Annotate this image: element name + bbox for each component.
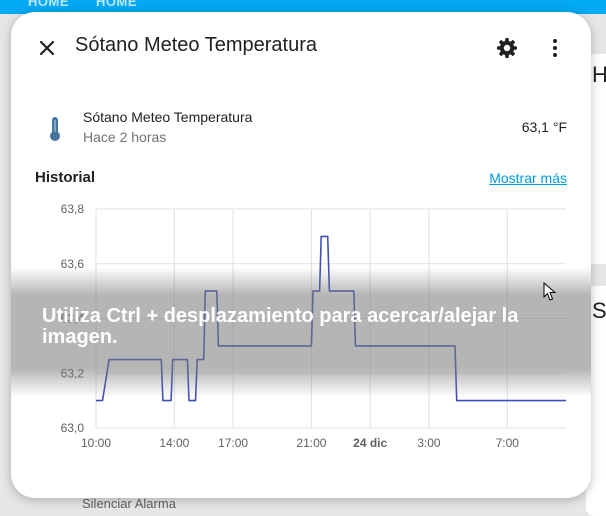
- mouse-cursor-icon: [543, 282, 557, 301]
- zoom-hint-message: Utiliza Ctrl + desplazamiento para acerc…: [42, 305, 519, 348]
- background-card-letter-2: S: [592, 298, 606, 323]
- tab-home-2[interactable]: HOME: [96, 0, 137, 9]
- x-tick-label: 10:00: [81, 436, 111, 450]
- x-tick-label: 14:00: [159, 436, 189, 450]
- tab-home-1[interactable]: HOME: [28, 0, 69, 9]
- background-card-letter: H: [592, 62, 606, 87]
- x-tick-label: 3:00: [417, 436, 441, 450]
- history-chart[interactable]: 63,063,263,463,663,810:0014:0017:0021:00…: [11, 12, 591, 498]
- background-alarm-text: Silenciar Alarma: [82, 496, 176, 511]
- y-tick-label: 63,8: [61, 202, 85, 216]
- y-tick-label: 63,0: [61, 421, 85, 435]
- x-tick-label: 21:00: [296, 436, 326, 450]
- x-tick-label: 7:00: [496, 436, 520, 450]
- more-info-dialog: Sótano Meteo Temperatura Sótano Meteo Te…: [11, 12, 591, 498]
- x-tick-label: 24 dic: [353, 436, 387, 450]
- x-tick-label: 17:00: [218, 436, 248, 450]
